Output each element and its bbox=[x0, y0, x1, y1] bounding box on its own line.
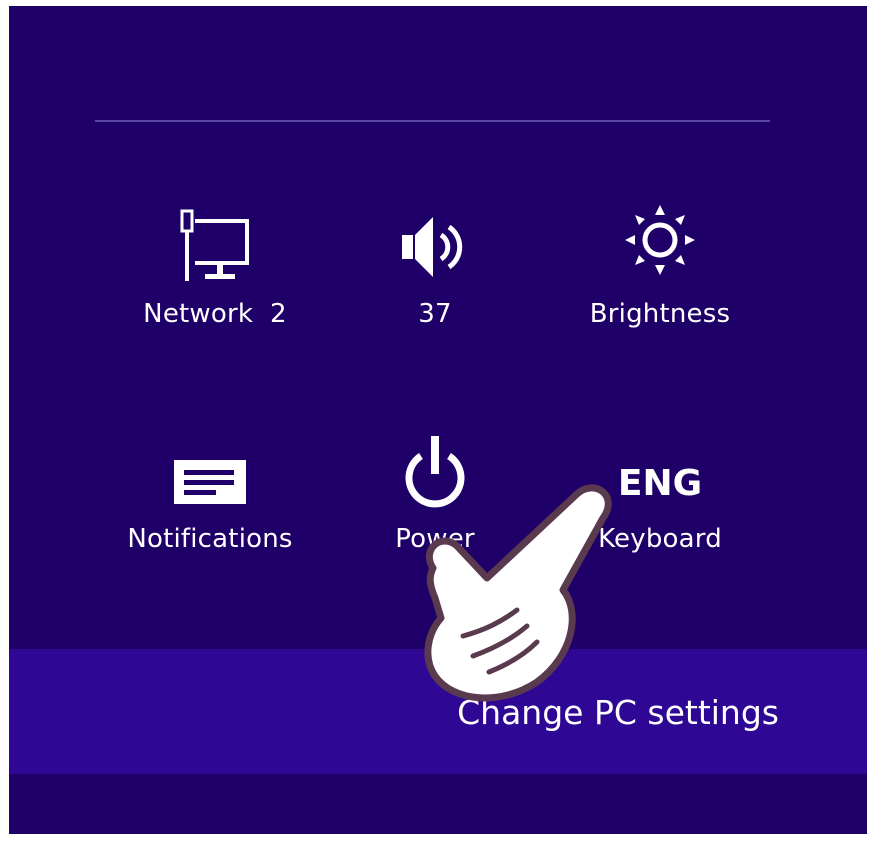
notifications-tile[interactable]: Notifications bbox=[105, 410, 315, 560]
volume-icon bbox=[395, 185, 475, 285]
pointing-hand-cursor-icon bbox=[405, 480, 625, 714]
volume-tile[interactable]: 37 bbox=[330, 185, 540, 335]
brightness-tile[interactable]: Brightness bbox=[555, 185, 765, 335]
keyboard-language: ENG bbox=[618, 410, 702, 510]
network-tile[interactable]: Network 2 bbox=[110, 185, 320, 335]
network-label: Network 2 bbox=[143, 299, 287, 329]
notifications-icon bbox=[172, 410, 248, 510]
network-icon bbox=[175, 185, 255, 285]
volume-label: 37 bbox=[418, 299, 452, 329]
keyboard-language-text: ENG bbox=[617, 463, 703, 504]
brightness-icon bbox=[615, 185, 705, 285]
brightness-label: Brightness bbox=[589, 299, 731, 329]
notifications-label: Notifications bbox=[127, 524, 293, 554]
divider bbox=[95, 120, 770, 122]
